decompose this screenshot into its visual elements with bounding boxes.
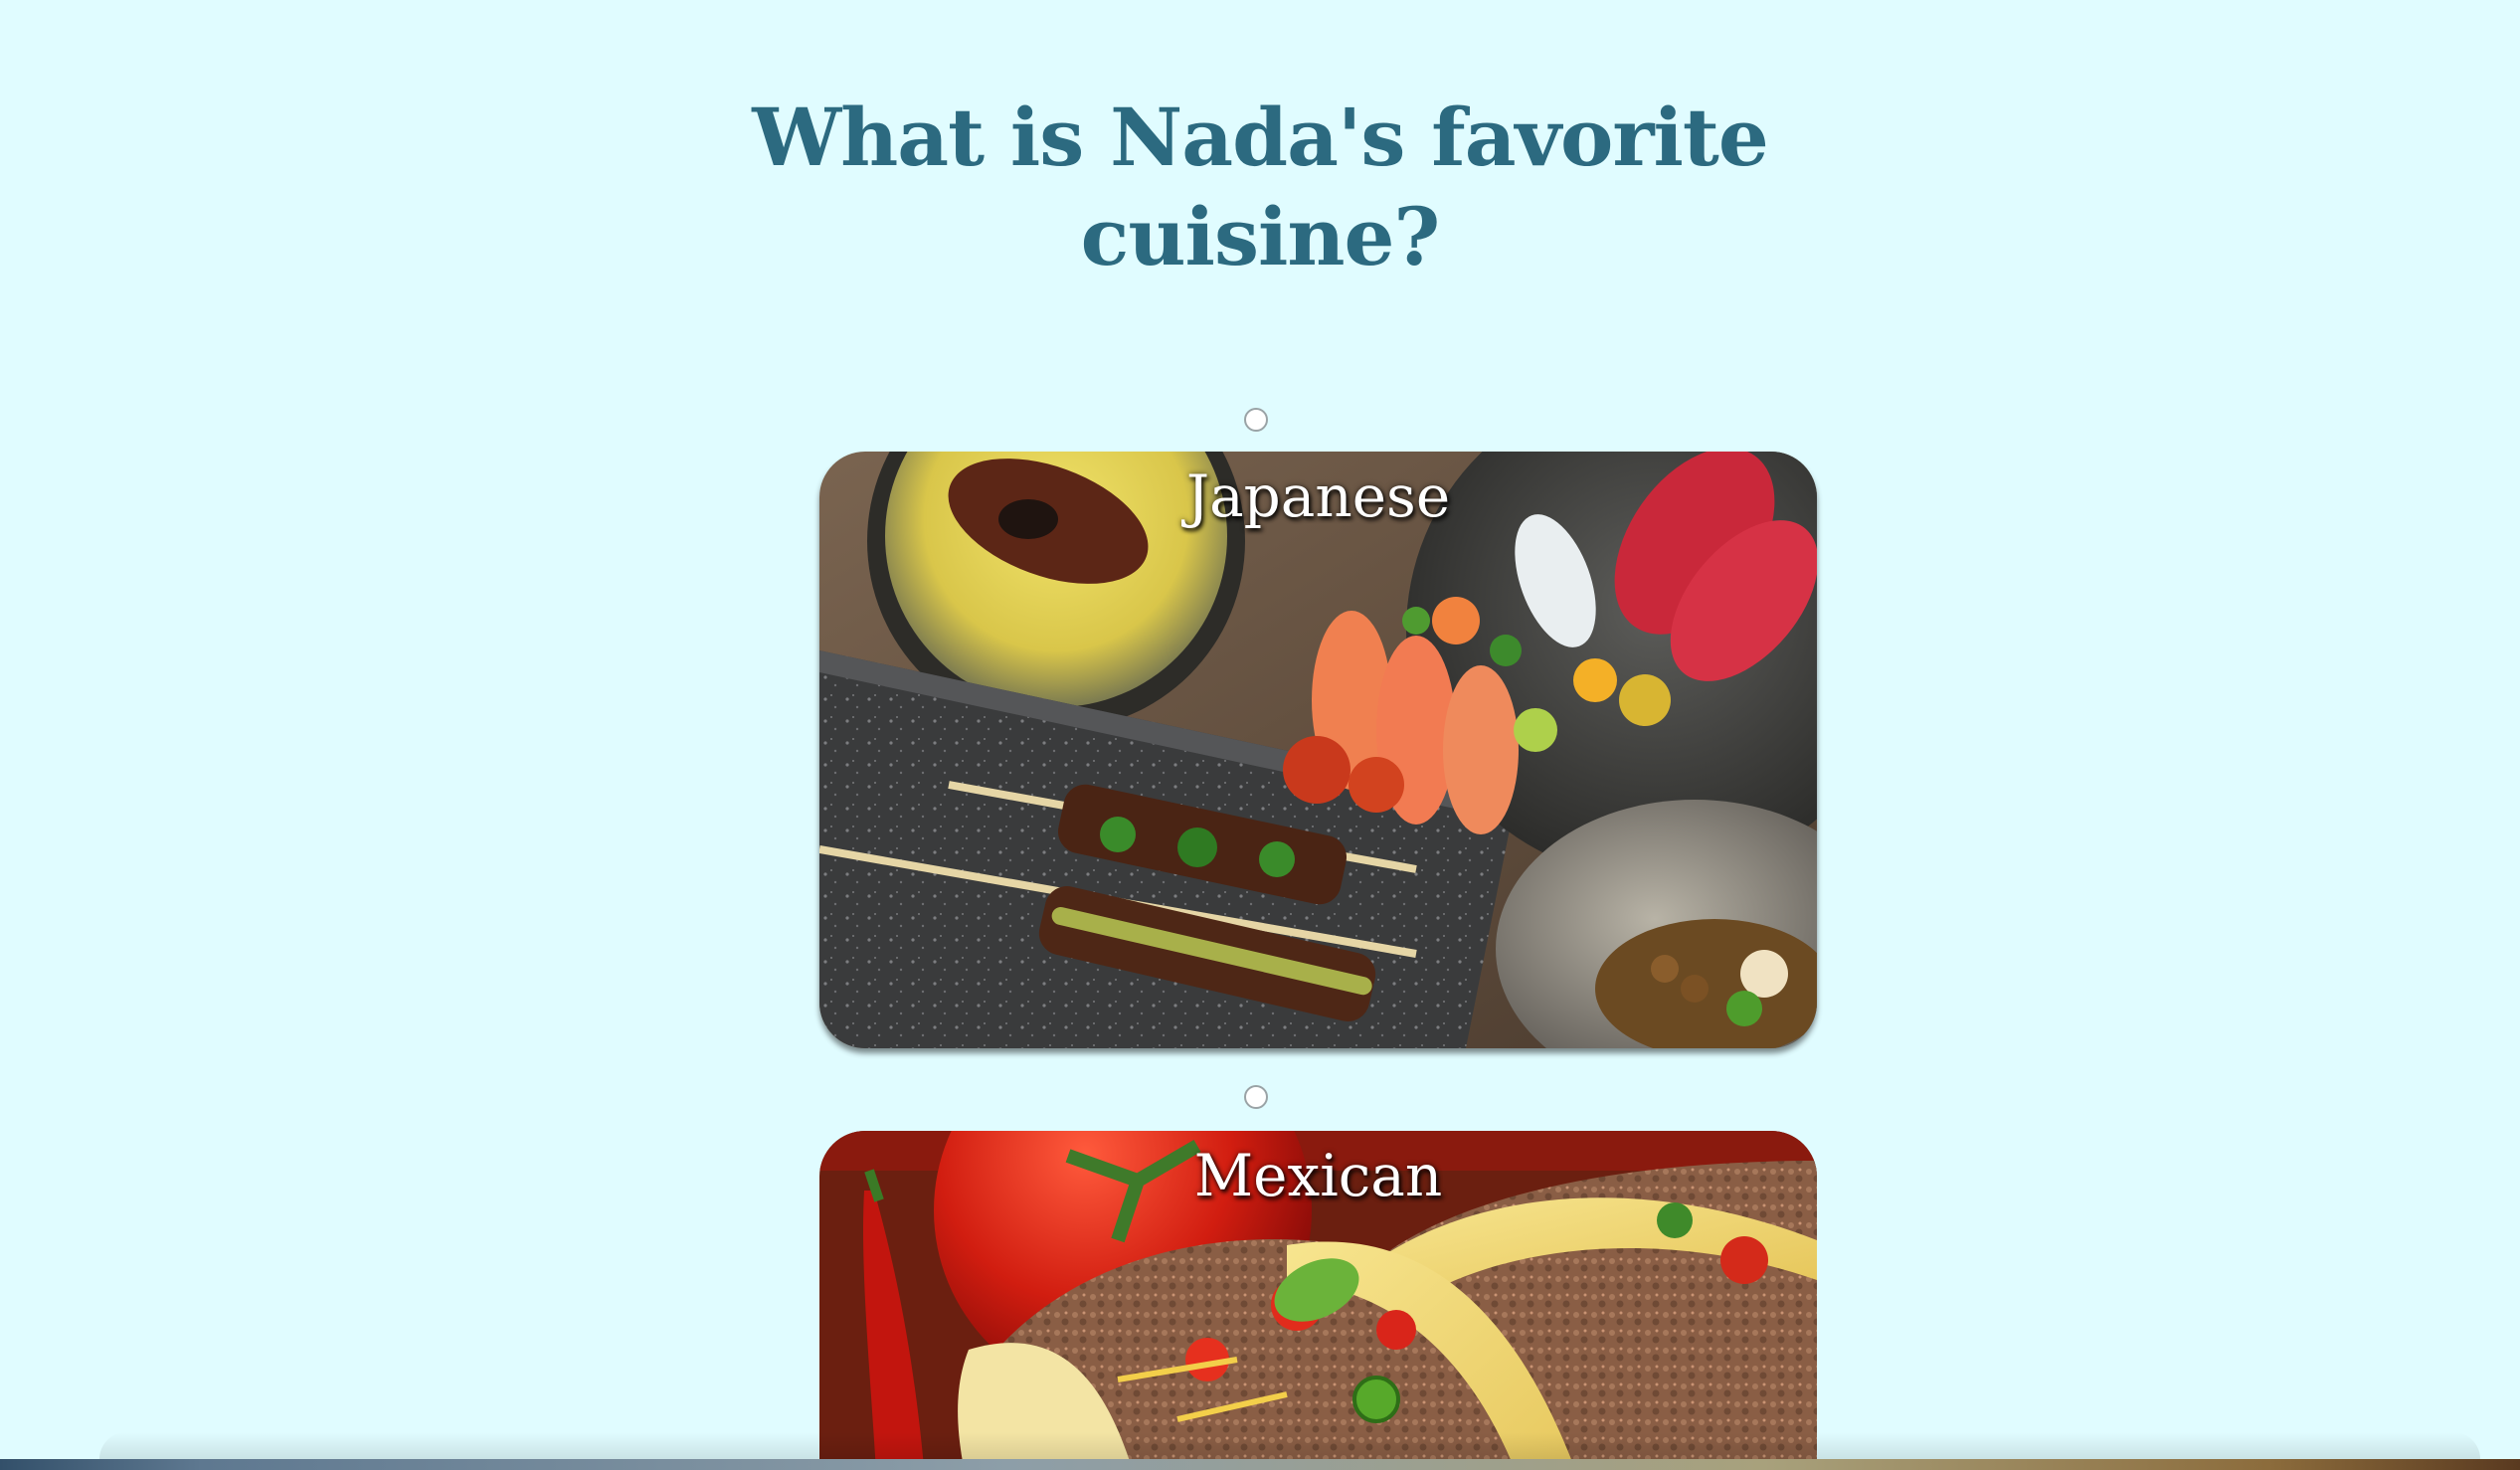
window-bottom-edge xyxy=(0,1459,2520,1470)
page-bottom-shadow xyxy=(99,1432,2480,1459)
option-label-japanese: Japanese xyxy=(1185,462,1451,530)
japanese-food-image xyxy=(819,452,1817,1048)
option-card-japanese[interactable]: Japanese xyxy=(819,452,1817,1048)
option-card-mexican[interactable]: Mexican xyxy=(819,1131,1817,1470)
option-radio-japanese[interactable] xyxy=(1244,408,1268,432)
option-label-mexican: Mexican xyxy=(1193,1142,1443,1209)
option-radio-mexican[interactable] xyxy=(1244,1085,1268,1109)
question-title-line-1: What is Nada's favorite xyxy=(752,91,1769,184)
question-title: What is Nada's favorite cuisine? xyxy=(0,88,2520,286)
question-title-line-2: cuisine? xyxy=(1080,190,1441,283)
